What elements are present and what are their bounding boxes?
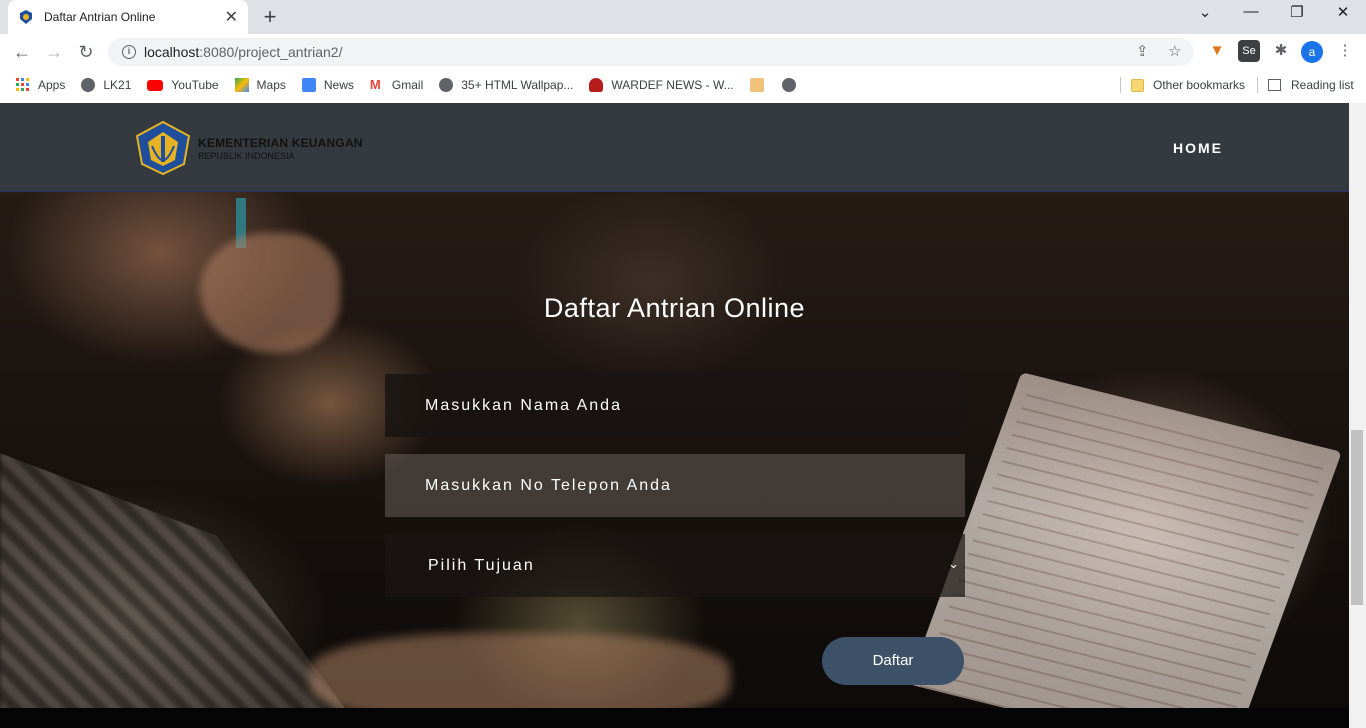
restore-icon[interactable]: ❐ <box>1282 3 1312 21</box>
phone-input[interactable]: Masukkan No Telepon Anda <box>385 454 965 517</box>
forward-icon[interactable]: → <box>42 40 66 64</box>
bookmark-blank-2[interactable] <box>781 78 804 92</box>
page-bottom-strip <box>0 708 1349 728</box>
site-favicon-icon <box>20 10 32 24</box>
reload-icon[interactable]: ↻ <box>74 40 98 64</box>
minimize-icon[interactable]: — <box>1236 3 1266 20</box>
new-tab-icon[interactable]: + <box>258 4 282 30</box>
reading-list[interactable]: Reading list <box>1268 70 1354 100</box>
reading-list-icon <box>1268 79 1281 91</box>
tab-title: Daftar Antrian Online <box>44 10 156 24</box>
form-title: Daftar Antrian Online <box>543 293 806 323</box>
destination-selected-value: Pilih Tujuan <box>428 556 535 574</box>
address-url: localhost:8080/project_antrian2/ <box>144 44 343 60</box>
tab-strip: Daftar Antrian Online ✕ + ⌄ — ❐ ✕ <box>0 0 1366 34</box>
globe-icon <box>81 78 96 92</box>
close-tab-icon[interactable]: ✕ <box>225 7 238 27</box>
bookmark-blank-1[interactable] <box>749 78 772 92</box>
name-input[interactable]: Masukkan Nama Anda <box>385 374 965 437</box>
news-icon <box>301 78 316 92</box>
bookmark-html-wallpaper[interactable]: 35+ HTML Wallpap... <box>439 78 573 92</box>
site-info-icon[interactable]: i <box>122 45 136 59</box>
kemenkeu-logo[interactable]: KEMENTERIAN KEUANGAN REPUBLIK INDONESIA <box>134 120 363 176</box>
gmail-icon: M <box>369 77 381 92</box>
youtube-icon <box>147 79 164 91</box>
selenium-extension-icon[interactable]: Se <box>1238 40 1260 62</box>
folder-image-icon <box>749 78 764 92</box>
logo-subtitle: REPUBLIK INDONESIA <box>198 150 295 161</box>
apps-grid-icon <box>16 78 29 91</box>
site-header: KEMENTERIAN KEUANGAN REPUBLIK INDONESIA … <box>0 103 1349 192</box>
bookmark-star-icon[interactable]: ☆ <box>1168 38 1181 66</box>
kemenkeu-emblem-icon <box>135 120 191 176</box>
globe-icon <box>439 78 454 92</box>
bookmark-gmail[interactable]: M Gmail <box>369 77 423 93</box>
destination-select[interactable]: Pilih Tujuan ⌄ <box>385 534 965 597</box>
logo-title: KEMENTERIAN KEUANGAN <box>198 135 363 150</box>
profile-avatar[interactable]: a <box>1301 41 1323 63</box>
hero-laptop <box>908 372 1342 728</box>
other-bookmarks[interactable]: Other bookmarks <box>1131 70 1245 100</box>
phone-placeholder: Masukkan No Telepon Anda <box>425 476 672 494</box>
page-viewport: KEMENTERIAN KEUANGAN REPUBLIK INDONESIA … <box>0 103 1349 728</box>
extensions-puzzle-icon[interactable]: ✱ <box>1270 40 1292 62</box>
share-icon[interactable]: ⇪ <box>1136 38 1149 66</box>
bookmark-apps[interactable]: Apps <box>16 78 65 92</box>
browser-tab[interactable]: Daftar Antrian Online ✕ <box>8 0 248 34</box>
close-window-icon[interactable]: ✕ <box>1328 3 1358 21</box>
tab-search-icon[interactable]: ⌄ <box>1190 3 1220 21</box>
page-scrollbar-thumb[interactable] <box>1351 430 1363 605</box>
folder-icon <box>1131 78 1144 92</box>
maps-icon <box>234 78 249 92</box>
metamask-extension-icon[interactable]: ▼ <box>1206 40 1228 62</box>
chevron-down-icon: ⌄ <box>948 556 961 571</box>
browser-chrome: Daftar Antrian Online ✕ + ⌄ — ❐ ✕ ← → ↻ … <box>0 0 1366 103</box>
browser-toolbar: ← → ↻ i localhost:8080/project_antrian2/… <box>0 34 1366 70</box>
bookmark-maps[interactable]: Maps <box>234 78 286 92</box>
nav-home-link[interactable]: HOME <box>1173 140 1223 156</box>
page-scrollbar-track[interactable] <box>1349 103 1366 728</box>
bookmark-separator <box>1257 77 1258 93</box>
wardef-icon <box>589 78 604 92</box>
bookmark-youtube[interactable]: YouTube <box>147 78 219 92</box>
bookmarks-bar: Apps LK21 YouTube Maps News M Gmail 35+ … <box>0 70 1366 100</box>
bookmark-news[interactable]: News <box>301 78 354 92</box>
globe-icon <box>781 78 796 92</box>
bookmark-lk21[interactable]: LK21 <box>81 78 131 92</box>
daftar-submit-button[interactable]: Daftar <box>822 637 964 685</box>
menu-kebab-icon[interactable]: ⋮ <box>1334 40 1356 62</box>
bookmark-wardef-news[interactable]: WARDEF NEWS - W... <box>589 78 734 92</box>
name-placeholder: Masukkan Nama Anda <box>425 396 622 414</box>
back-icon[interactable]: ← <box>10 40 34 64</box>
bookmark-separator <box>1120 77 1121 93</box>
hero-scarf <box>0 453 360 728</box>
address-bar[interactable]: i localhost:8080/project_antrian2/ ⇪ ☆ <box>108 38 1194 66</box>
